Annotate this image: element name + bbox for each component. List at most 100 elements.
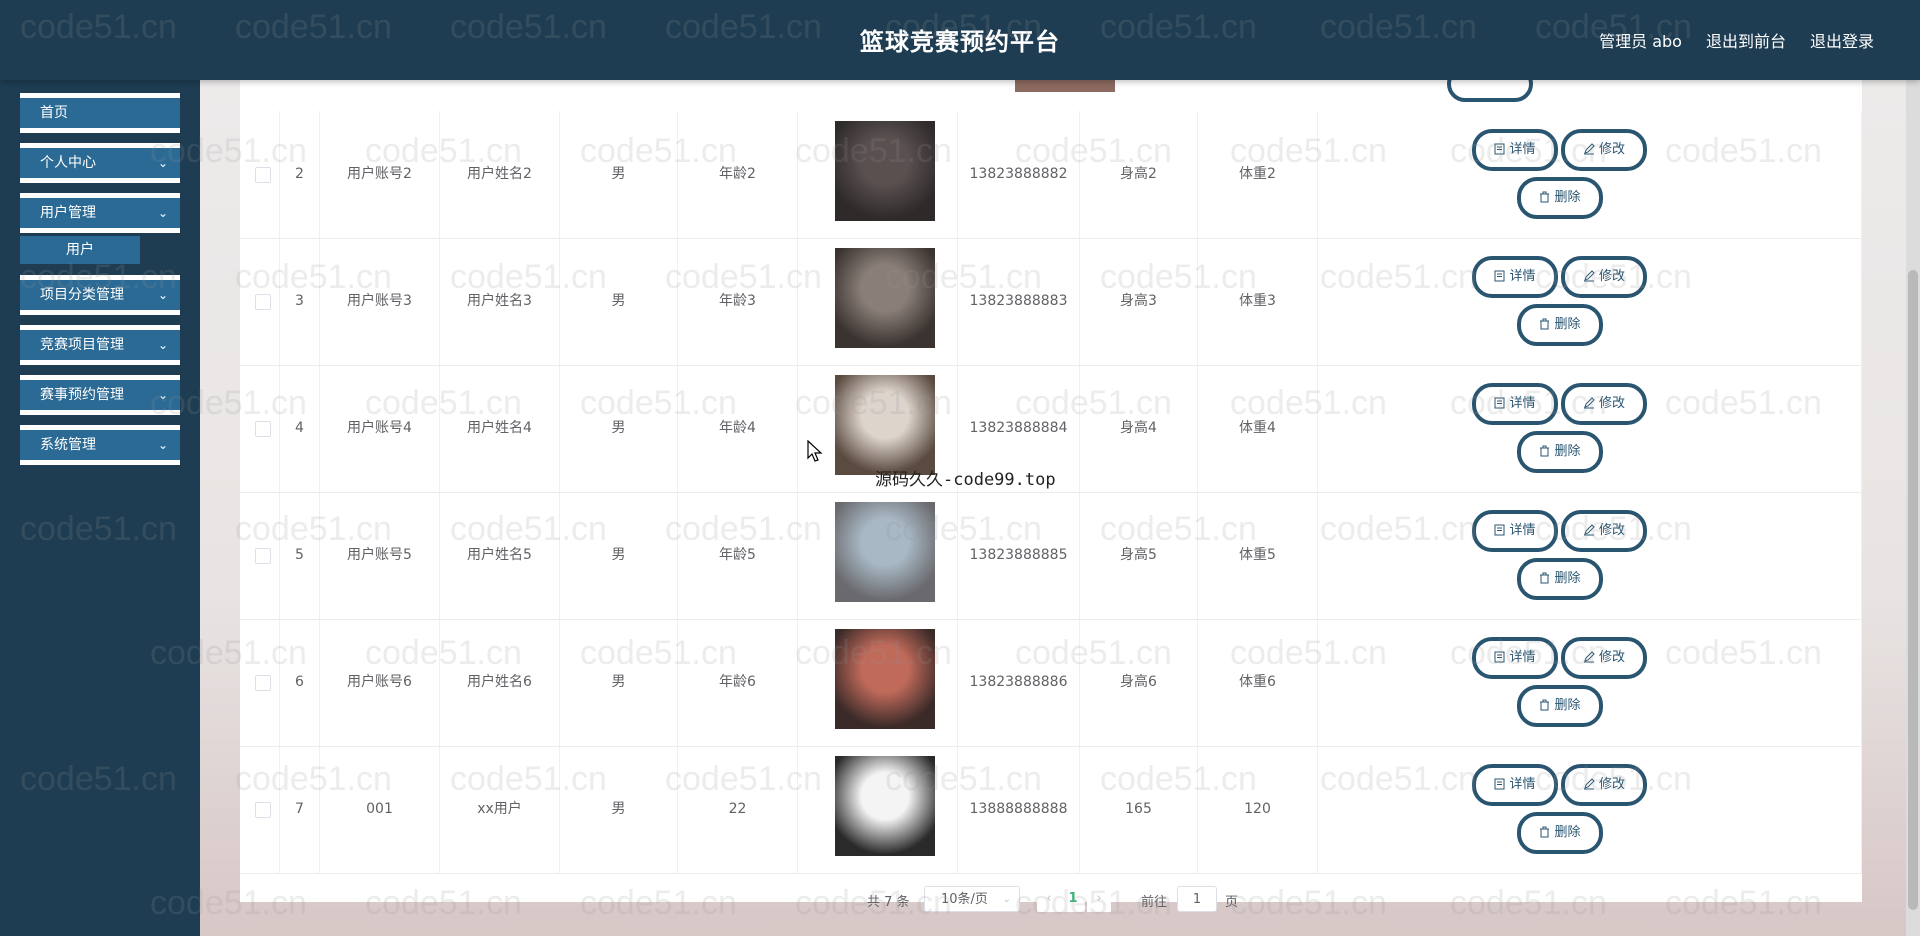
sidebar-item-home[interactable]: 首页: [20, 93, 180, 133]
table-row-partial: [240, 80, 1862, 112]
sidebar-item-category-management[interactable]: 项目分类管理 ⌄: [20, 275, 180, 315]
edit-button-label: 修改: [1598, 777, 1625, 792]
photo-cell: [798, 238, 958, 365]
delete-button[interactable]: 删除: [1517, 431, 1603, 473]
table-cell-weight: 120: [1198, 746, 1318, 873]
document-icon: [1494, 650, 1509, 665]
sidebar-item-label: 系统管理: [40, 437, 96, 453]
trash-icon: [1539, 698, 1554, 713]
table-row: 2 用户账号2 用户姓名2 男年龄2 13823888882 身高2 体重2 详情 修改 删除: [240, 111, 1862, 239]
top-header: 篮球竞赛预约平台 管理员 abo 退出到前台 退出登录: [0, 0, 1920, 80]
table-cell-account: 001: [320, 746, 440, 873]
sidebar-item-user-management[interactable]: 用户管理 ⌄: [20, 193, 180, 233]
sidebar-item-competition-management[interactable]: 竞赛项目管理 ⌄: [20, 325, 180, 365]
user-table: 2 用户账号2 用户姓名2 男年龄2 13823888882 身高2 体重2 详情 修改 删除 3 用…: [240, 111, 1862, 902]
edit-icon: [1583, 269, 1599, 284]
delete-button[interactable]: 删除: [1517, 685, 1603, 727]
scrollbar-thumb[interactable]: [1908, 270, 1918, 910]
delete-button[interactable]: 删除: [1517, 558, 1603, 600]
table-cell-account: 用户账号5: [320, 492, 440, 619]
row-checkbox[interactable]: [255, 548, 271, 564]
sidebar-item-personal-center[interactable]: 个人中心 ⌄: [20, 143, 180, 183]
detail-button[interactable]: 详情: [1472, 129, 1558, 171]
goto-page-input[interactable]: 1: [1177, 886, 1217, 912]
edit-button[interactable]: 修改: [1561, 129, 1647, 171]
table-cell-account: 用户账号2: [320, 111, 440, 238]
delete-button[interactable]: [1447, 80, 1533, 102]
trash-icon: [1539, 444, 1554, 459]
detail-button-label: 详情: [1509, 396, 1536, 411]
table-cell-gender: 男: [560, 238, 678, 365]
next-page-button[interactable]: ›: [1087, 886, 1111, 912]
delete-button-label: 删除: [1554, 317, 1581, 332]
delete-button[interactable]: 删除: [1517, 177, 1603, 219]
back-to-front-link[interactable]: 退出到前台: [1706, 28, 1786, 52]
delete-button-label: 删除: [1554, 190, 1581, 205]
goto-label: 前往: [1141, 895, 1168, 910]
table-cell-name: 用户姓名2: [440, 111, 560, 238]
page-number-current[interactable]: 1: [1061, 886, 1085, 912]
detail-button[interactable]: 详情: [1472, 764, 1558, 806]
detail-button[interactable]: 详情: [1472, 637, 1558, 679]
actions-cell: 详情 修改删除: [1318, 111, 1862, 238]
edit-button[interactable]: 修改: [1561, 383, 1647, 425]
sidebar-item-label: 赛事预约管理: [40, 387, 124, 403]
actions-cell: 详情 修改删除: [1318, 365, 1862, 492]
table-cell-gender: 男: [560, 746, 678, 873]
table-cell-account: 用户账号3: [320, 238, 440, 365]
row-checkbox[interactable]: [255, 294, 271, 310]
delete-button[interactable]: 删除: [1517, 304, 1603, 346]
chevron-down-icon: ⌄: [157, 388, 168, 402]
table-cell-index: 4: [280, 365, 320, 492]
table-cell-gender: 男: [560, 365, 678, 492]
detail-button-label: 详情: [1509, 269, 1536, 284]
page-suffix: 页: [1225, 895, 1239, 910]
edit-button[interactable]: 修改: [1561, 637, 1647, 679]
chevron-down-icon: ⌄: [157, 438, 168, 452]
row-checkbox[interactable]: [255, 675, 271, 691]
table-cell-index: 3: [280, 238, 320, 365]
sidebar-item-system-management[interactable]: 系统管理 ⌄: [20, 425, 180, 465]
table-cell-index: 6: [280, 619, 320, 746]
delete-button-label: 删除: [1554, 444, 1581, 459]
main-content: 2 用户账号2 用户姓名2 男年龄2 13823888882 身高2 体重2 详情 修改 删除 3 用…: [200, 80, 1920, 936]
edit-button[interactable]: 修改: [1561, 764, 1647, 806]
row-checkbox[interactable]: [255, 167, 271, 183]
table-row: 3 用户账号3 用户姓名3 男年龄3 13823888883 身高3 体重3 详情 修改 删除: [240, 238, 1862, 366]
table-cell-height: 身高3: [1080, 238, 1198, 365]
trash-icon: [1539, 571, 1554, 586]
table-row: 6 用户账号6 用户姓名6 男年龄6 13823888886 身高6 体重6 详情 修改 删除: [240, 619, 1862, 747]
photo-cell: [798, 746, 958, 873]
detail-button[interactable]: 详情: [1472, 383, 1558, 425]
table-row: 5 用户账号5 用户姓名5 男年龄5 13823888885 身高5 体重5 详情 修改 删除: [240, 492, 1862, 620]
row-checkbox[interactable]: [255, 802, 271, 818]
sidebar-item-reservation-management[interactable]: 赛事预约管理 ⌄: [20, 375, 180, 415]
edit-button[interactable]: 修改: [1561, 256, 1647, 298]
table-cell-height: 165: [1080, 746, 1198, 873]
delete-button[interactable]: 删除: [1517, 812, 1603, 854]
chevron-down-icon: ⌄: [157, 206, 168, 220]
header-links: 管理员 abo 退出到前台 退出登录: [1599, 28, 1874, 52]
logout-link[interactable]: 退出登录: [1810, 28, 1874, 52]
table-cell-name: xx用户: [440, 746, 560, 873]
table-cell-index: 5: [280, 492, 320, 619]
edit-button-label: 修改: [1598, 269, 1625, 284]
edit-icon: [1583, 650, 1599, 665]
prev-page-button[interactable]: ‹: [1037, 886, 1061, 912]
trash-icon: [1539, 825, 1554, 840]
detail-button[interactable]: 详情: [1472, 510, 1558, 552]
admin-label: 管理员 abo: [1599, 32, 1682, 51]
scrollbar[interactable]: [1906, 80, 1920, 936]
mouse-cursor-icon: [807, 440, 823, 462]
table-cell-weight: 体重6: [1198, 619, 1318, 746]
table-cell-height: 身高5: [1080, 492, 1198, 619]
page-size-select[interactable]: 10条/页 ⌄: [924, 886, 1020, 912]
edit-button[interactable]: 修改: [1561, 510, 1647, 552]
document-icon: [1494, 269, 1509, 284]
sidebar-subitem-user[interactable]: 用户: [20, 236, 140, 264]
user-photo: [835, 629, 935, 729]
detail-button[interactable]: 详情: [1472, 256, 1558, 298]
sidebar-item-label: 竞赛项目管理: [40, 337, 124, 353]
row-checkbox[interactable]: [255, 421, 271, 437]
table-cell-age: 年龄3: [678, 238, 798, 365]
